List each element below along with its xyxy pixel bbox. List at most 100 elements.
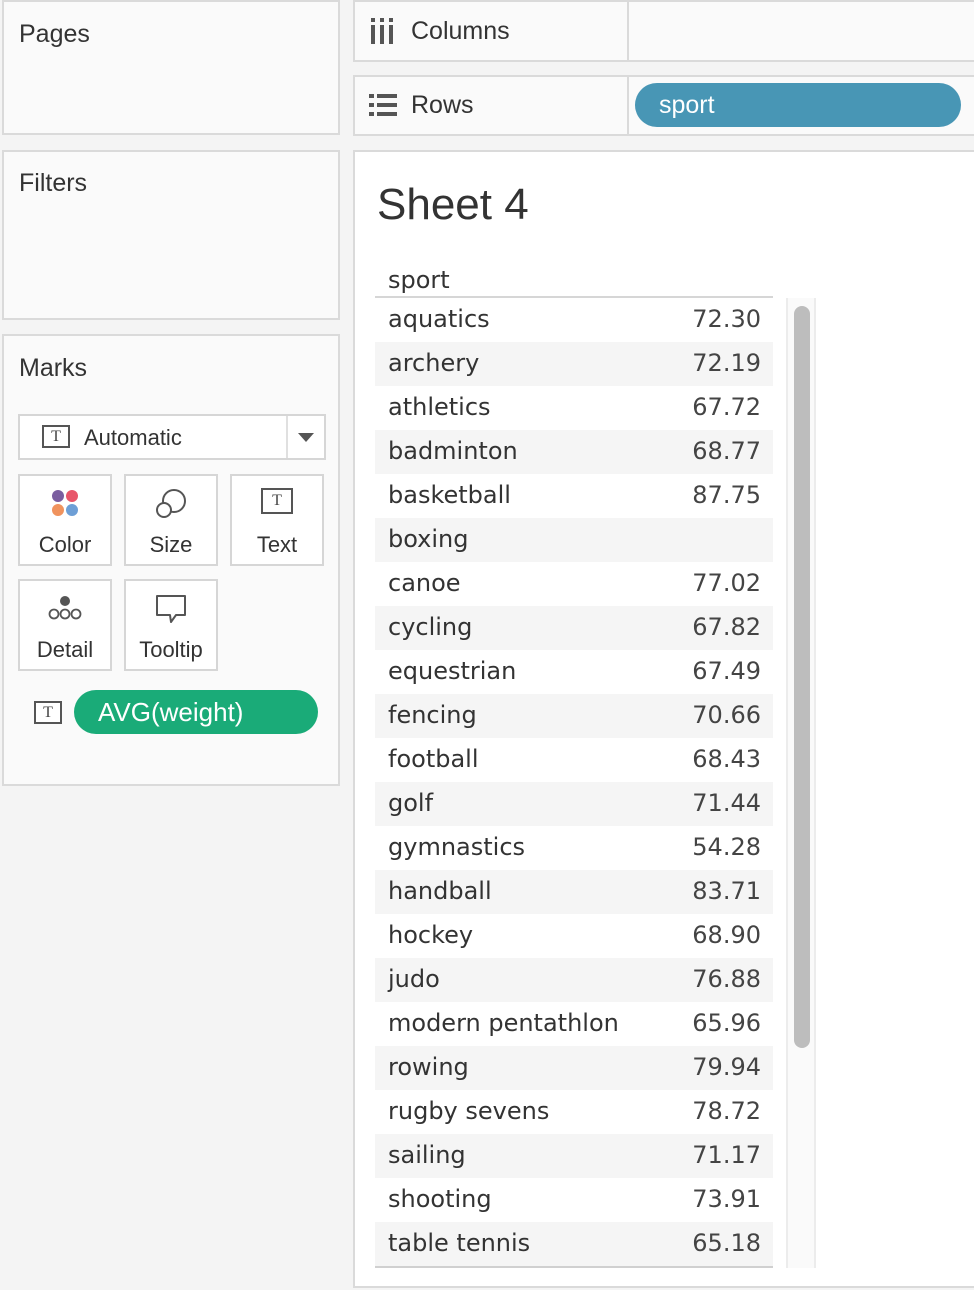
sheet-title: Sheet 4 xyxy=(377,180,529,229)
columns-icon xyxy=(369,18,395,49)
sport-name-cell: aquatics xyxy=(388,305,490,333)
avg-weight-cell: 54.28 xyxy=(692,833,761,861)
detail-dots-icon xyxy=(20,593,110,623)
color-button[interactable]: Color xyxy=(18,474,112,566)
chevron-down-icon[interactable] xyxy=(298,433,314,442)
sport-name-cell: hockey xyxy=(388,921,474,949)
avg-weight-cell: 76.88 xyxy=(692,965,761,993)
color-dots-icon xyxy=(20,488,110,518)
avg-weight-cell: 77.02 xyxy=(692,569,761,597)
table-row[interactable]: boxing xyxy=(375,518,773,562)
sport-name-cell: golf xyxy=(388,789,434,817)
table-row[interactable]: fencing 70.66 xyxy=(375,694,773,738)
table-row[interactable]: rowing 79.94 xyxy=(375,1046,773,1090)
table-row[interactable]: golf 71.44 xyxy=(375,782,773,826)
avg-weight-cell: 65.18 xyxy=(692,1229,761,1257)
dropdown-divider xyxy=(286,416,288,458)
mark-type-value: Automatic xyxy=(84,425,182,450)
sport-name-cell: football xyxy=(388,745,479,773)
sport-name-cell: sailing xyxy=(388,1141,466,1169)
marks-title: Marks xyxy=(19,354,88,382)
table-header: sport xyxy=(375,260,773,298)
filters-card[interactable]: Filters xyxy=(2,150,340,320)
crosstab-table: sport aquatics 72.30 archery 72.19 athletics… xyxy=(375,260,773,1268)
avg-weight-cell: 78.72 xyxy=(692,1097,761,1125)
table-row[interactable]: canoe 77.02 xyxy=(375,562,773,606)
table-row[interactable]: basketball 87.75 xyxy=(375,474,773,518)
shelf-divider xyxy=(627,2,629,60)
size-label: Size xyxy=(149,532,193,557)
table-row[interactable]: football 68.43 xyxy=(375,738,773,782)
table-row[interactable]: aquatics 72.30 xyxy=(375,298,773,342)
rows-icon xyxy=(369,93,397,122)
avg-weight-cell: 68.90 xyxy=(692,921,761,949)
columns-label: Columns xyxy=(411,17,510,45)
table-row[interactable]: equestrian 67.49 xyxy=(375,650,773,694)
table-row[interactable]: modern pentathlon 65.96 xyxy=(375,1002,773,1046)
table-row[interactable]: archery 72.19 xyxy=(375,342,773,386)
sport-pill[interactable]: sport xyxy=(635,83,961,127)
avg-weight-cell: 79.94 xyxy=(692,1053,761,1081)
avg-weight-pill[interactable]: AVG(weight) xyxy=(74,690,318,734)
avg-weight-cell: 72.30 xyxy=(692,305,761,333)
table-row[interactable]: sailing 71.17 xyxy=(375,1134,773,1178)
sport-name-cell: judo xyxy=(388,965,440,993)
text-t-icon: T xyxy=(232,488,322,514)
table-row[interactable]: shooting 73.91 xyxy=(375,1178,773,1222)
size-circles-icon xyxy=(126,488,216,520)
size-button[interactable]: Size xyxy=(124,474,218,566)
sport-name-cell: table tennis xyxy=(388,1229,531,1257)
text-t-glyph: T xyxy=(261,488,293,514)
columns-shelf[interactable]: Columns xyxy=(353,0,974,62)
tooltip-button[interactable]: Tooltip xyxy=(124,579,218,671)
tooltip-label: Tooltip xyxy=(139,637,203,662)
pages-title: Pages xyxy=(19,20,90,48)
table-row[interactable]: judo 76.88 xyxy=(375,958,773,1002)
sheet-view: Sheet 4 sport aquatics 72.30 archery 72.19 a… xyxy=(353,150,974,1288)
text-mark-icon: T xyxy=(42,425,70,448)
table-bottom-border xyxy=(375,1266,773,1268)
text-encoding-icon[interactable]: T xyxy=(34,701,62,724)
tooltip-bubble-icon xyxy=(126,593,216,625)
mark-type-dropdown[interactable]: T Automatic xyxy=(18,414,326,460)
sport-name-cell: boxing xyxy=(388,525,469,553)
sport-name-cell: badminton xyxy=(388,437,518,465)
column-header-sport[interactable]: sport xyxy=(388,266,450,294)
avg-weight-cell: 72.19 xyxy=(692,349,761,377)
color-label: Color xyxy=(38,532,92,557)
table-row[interactable]: gymnastics 54.28 xyxy=(375,826,773,870)
sport-name-cell: handball xyxy=(388,877,492,905)
table-row[interactable]: rugby sevens 78.72 xyxy=(375,1090,773,1134)
sport-name-cell: rugby sevens xyxy=(388,1097,550,1125)
avg-weight-cell: 70.66 xyxy=(692,701,761,729)
table-row[interactable]: table tennis 65.18 xyxy=(375,1222,773,1266)
scrollbar-thumb[interactable] xyxy=(794,306,810,1048)
table-row[interactable]: athletics 67.72 xyxy=(375,386,773,430)
sport-name-cell: rowing xyxy=(388,1053,469,1081)
table-row[interactable]: hockey 68.90 xyxy=(375,914,773,958)
sport-name-cell: gymnastics xyxy=(388,833,526,861)
sport-name-cell: athletics xyxy=(388,393,491,421)
avg-weight-cell: 87.75 xyxy=(692,481,761,509)
rows-shelf[interactable]: Rows sport xyxy=(353,75,974,136)
table-row[interactable]: badminton 68.77 xyxy=(375,430,773,474)
sport-name-cell: cycling xyxy=(388,613,473,641)
avg-weight-cell: 83.71 xyxy=(692,877,761,905)
avg-weight-cell: 67.82 xyxy=(692,613,761,641)
avg-weight-cell: 71.17 xyxy=(692,1141,761,1169)
filters-title: Filters xyxy=(19,169,88,197)
sport-name-cell: canoe xyxy=(388,569,461,597)
sport-name-cell: fencing xyxy=(388,701,477,729)
sport-name-cell: equestrian xyxy=(388,657,517,685)
text-button[interactable]: T Text xyxy=(230,474,324,566)
pages-card[interactable]: Pages xyxy=(2,0,340,135)
text-label: Text xyxy=(256,532,298,557)
vertical-scrollbar[interactable] xyxy=(786,298,816,1268)
detail-label: Detail xyxy=(36,637,94,662)
table-row[interactable]: handball 83.71 xyxy=(375,870,773,914)
detail-button[interactable]: Detail xyxy=(18,579,112,671)
avg-weight-cell: 71.44 xyxy=(692,789,761,817)
sport-name-cell: basketball xyxy=(388,481,511,509)
avg-weight-cell: 73.91 xyxy=(692,1185,761,1213)
table-row[interactable]: cycling 67.82 xyxy=(375,606,773,650)
